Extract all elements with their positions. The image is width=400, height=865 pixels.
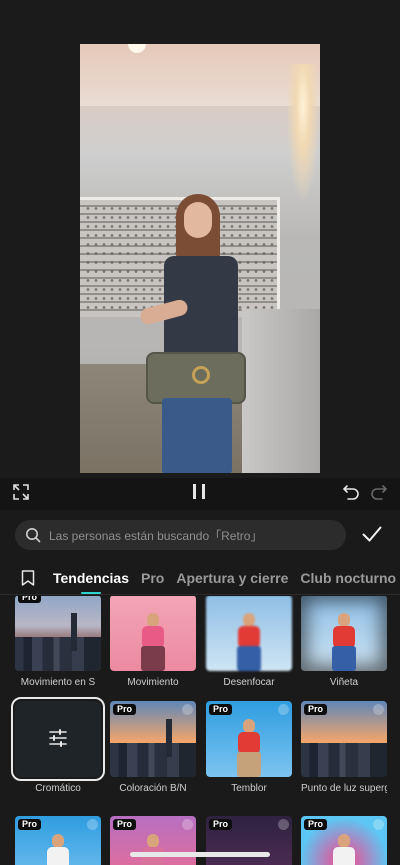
city-skyline <box>301 743 387 777</box>
bag-buckle <box>192 366 210 384</box>
effect-thumbnail: Pro <box>15 596 101 671</box>
video-frame[interactable] <box>80 44 320 473</box>
effect-label: Movimiento <box>127 677 179 688</box>
pro-badge: Pro <box>18 596 42 603</box>
person-figure <box>140 613 166 671</box>
undo-icon[interactable] <box>342 484 360 500</box>
redo-icon[interactable] <box>370 484 388 500</box>
effect-thumbnail <box>11 697 105 781</box>
jeans <box>162 398 232 473</box>
effect-item[interactable]: Pro Punto de luz supergr <box>301 701 387 794</box>
pro-badge: Pro <box>113 819 137 830</box>
person-figure <box>138 194 252 473</box>
effect-item[interactable]: Pro <box>110 816 196 865</box>
effect-label: Viñeta <box>329 677 359 688</box>
tab-club-nocturno[interactable]: Club nocturno <box>300 570 396 586</box>
bookmark-icon[interactable] <box>21 570 35 586</box>
effect-label: Temblor <box>231 783 267 794</box>
download-icon <box>278 819 289 830</box>
person-figure <box>140 834 166 865</box>
pro-badge: Pro <box>209 704 233 715</box>
download-icon <box>278 704 289 715</box>
face <box>184 202 212 238</box>
effect-thumbnail: Pro <box>206 701 292 777</box>
effect-thumbnail: Pro <box>301 701 387 777</box>
city-skyline <box>15 637 101 671</box>
checkmark-icon[interactable] <box>362 526 382 542</box>
effect-item[interactable]: Pro <box>15 816 101 865</box>
search-input[interactable]: Las personas están buscando「Retro」 <box>49 527 262 544</box>
chandelier <box>286 64 320 204</box>
pro-badge: Pro <box>209 819 233 830</box>
effect-item[interactable]: Pro Movimiento en S <box>15 596 101 688</box>
display-counter <box>242 309 320 473</box>
download-icon <box>182 704 193 715</box>
download-icon <box>87 819 98 830</box>
effect-item[interactable]: Desenfocar <box>206 596 292 688</box>
effects-grid: Pro Movimiento en S Movimiento Desenfoca… <box>0 596 400 865</box>
effect-thumbnail: Pro <box>110 816 196 865</box>
effect-thumbnail <box>301 596 387 671</box>
tab-tendencias[interactable]: Tendencias <box>53 570 129 594</box>
effect-item[interactable]: Viñeta <box>301 596 387 688</box>
effect-label: Punto de luz supergr <box>301 783 387 794</box>
effect-label: Cromático <box>35 783 81 794</box>
person-figure <box>331 613 357 671</box>
fullscreen-icon[interactable] <box>13 484 29 500</box>
effect-item[interactable]: Movimiento <box>110 596 196 688</box>
category-tabs: Tendencias Pro Apertura y cierre Club no… <box>0 560 400 596</box>
tab-pro[interactable]: Pro <box>141 570 164 586</box>
person-figure <box>236 613 262 671</box>
building <box>71 613 77 651</box>
effect-item[interactable]: Pro Coloración B/N <box>110 701 196 794</box>
effect-thumbnail: Pro <box>15 816 101 865</box>
person-figure <box>45 834 71 865</box>
pro-badge: Pro <box>304 704 328 715</box>
tab-apertura-y-cierre[interactable]: Apertura y cierre <box>176 570 288 586</box>
pro-badge: Pro <box>18 819 42 830</box>
effect-item[interactable]: Pro Temblor <box>206 701 292 794</box>
pause-icon[interactable] <box>193 484 207 499</box>
ceiling <box>80 44 320 106</box>
effect-thumbnail <box>110 596 196 671</box>
person-figure <box>236 719 262 777</box>
effect-item[interactable]: Pro <box>206 816 292 865</box>
effect-label: Coloración B/N <box>119 783 187 794</box>
effect-item-selected[interactable]: Cromático <box>11 697 105 794</box>
person-figure <box>331 834 357 865</box>
effect-thumbnail: Pro <box>206 816 292 865</box>
effect-thumbnail: Pro <box>301 816 387 865</box>
effect-thumbnail: Pro <box>110 701 196 777</box>
video-preview-area <box>0 0 400 478</box>
search-bar[interactable]: Las personas están buscando「Retro」 <box>15 520 346 550</box>
adjust-icon <box>49 729 67 747</box>
home-indicator <box>130 852 270 857</box>
pro-badge: Pro <box>113 704 137 715</box>
download-icon <box>373 704 384 715</box>
effect-thumbnail <box>206 596 292 671</box>
city-skyline <box>110 743 196 777</box>
effects-sheet: Las personas están buscando「Retro」 Tende… <box>0 510 400 865</box>
divider <box>0 594 400 595</box>
building <box>166 719 172 757</box>
effect-item[interactable]: Pro <box>301 816 387 865</box>
effect-label: Desenfocar <box>223 677 275 688</box>
search-icon <box>26 528 41 543</box>
download-icon <box>373 819 384 830</box>
pro-badge: Pro <box>304 819 328 830</box>
effect-label: Movimiento en S <box>20 677 96 688</box>
download-icon <box>182 819 193 830</box>
